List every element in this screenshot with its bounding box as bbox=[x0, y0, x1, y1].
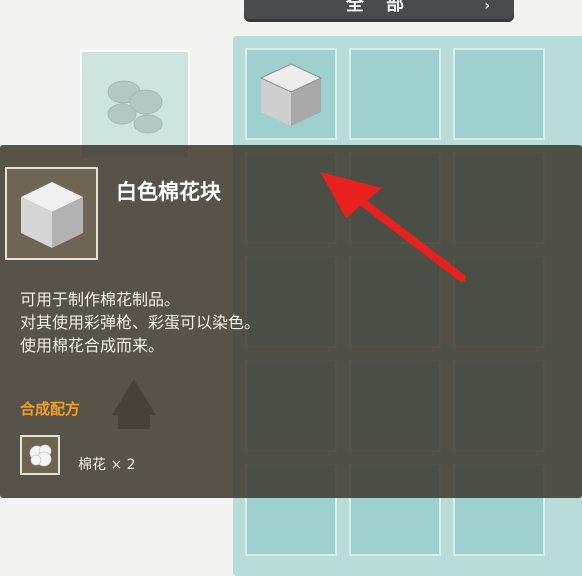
description-line: 可用于制作棉花制品。 bbox=[20, 290, 181, 309]
inventory-slot-white-cotton-block[interactable] bbox=[245, 48, 337, 140]
tooltip-item-frame bbox=[5, 167, 98, 260]
recipe-ingredient-slot bbox=[20, 435, 60, 475]
inventory-slot[interactable] bbox=[349, 48, 441, 140]
item-tooltip: 白色棉花块 可用于制作棉花制品。 对其使用彩弹枪、彩蛋可以染色。 使用棉花合成而… bbox=[0, 145, 582, 498]
background-item-icon bbox=[104, 375, 164, 439]
description-line: 对其使用彩弹枪、彩蛋可以染色。 bbox=[20, 313, 261, 332]
category-all-button[interactable]: 全 部 › bbox=[244, 0, 514, 22]
item-title: 白色棉花块 bbox=[116, 180, 221, 204]
item-description: 可用于制作棉花制品。 对其使用彩弹枪、彩蛋可以染色。 使用棉花合成而来。 bbox=[20, 288, 260, 357]
white-cotton-block-icon bbox=[21, 182, 83, 248]
inventory-slot[interactable] bbox=[453, 48, 545, 140]
cotton-icon bbox=[107, 80, 163, 134]
preview-slot[interactable] bbox=[80, 50, 190, 160]
cotton-icon bbox=[29, 444, 52, 467]
white-cotton-block-icon bbox=[259, 63, 323, 126]
category-all-label: 全 部 bbox=[345, 0, 413, 15]
annotation-arrow-icon bbox=[320, 172, 466, 282]
recipe-header: 合成配方 bbox=[20, 400, 81, 418]
recipe-ingredient-label: 棉花 × 2 bbox=[78, 457, 136, 473]
chevron-right-icon: › bbox=[484, 0, 490, 14]
description-line: 使用棉花合成而来。 bbox=[20, 336, 165, 355]
